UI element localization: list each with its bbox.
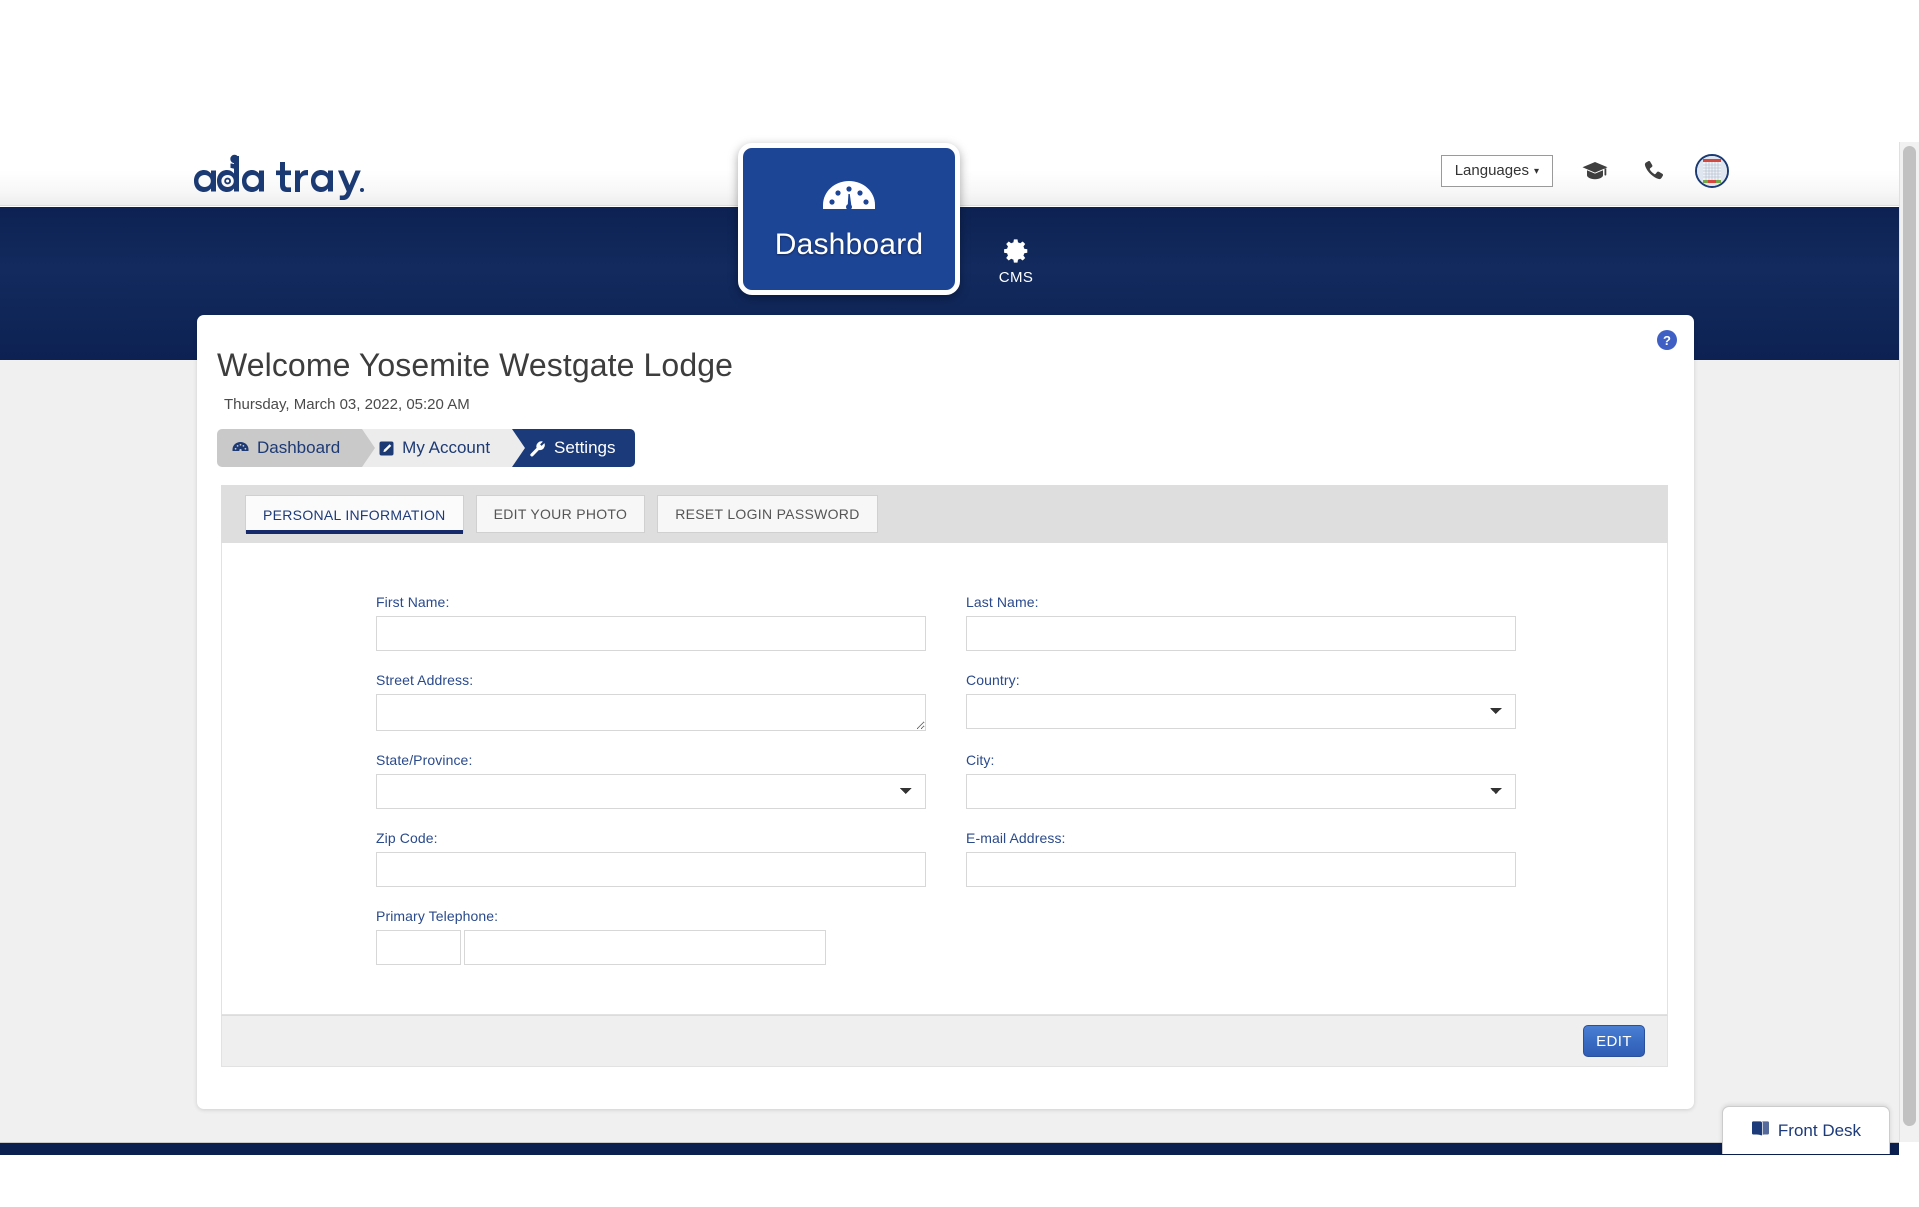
phone-icon[interactable]	[1637, 155, 1669, 187]
last-name-label: Last Name:	[966, 594, 1039, 610]
street-address-label: Street Address:	[376, 672, 474, 688]
breadcrumb-label: Dashboard	[257, 438, 341, 457]
state-province-label: State/Province:	[376, 752, 473, 768]
page-datetime: Thursday, March 03, 2022, 05:20 AM	[224, 396, 470, 413]
form-footer: EDIT	[221, 1015, 1668, 1067]
dashboard-label: Dashboard	[774, 227, 924, 261]
nav-item-dashboard[interactable]: Dashboard	[738, 143, 960, 295]
field-primary-telephone: Primary Telephone:	[376, 908, 966, 965]
field-state-province: State/Province:	[376, 752, 966, 809]
field-first-name: First Name:	[376, 594, 966, 651]
form-grid: First Name: Last Name: Street Address: C…	[376, 594, 1516, 965]
edit-icon	[379, 441, 394, 456]
zip-code-label: Zip Code:	[376, 830, 438, 846]
content-card: ? Welcome Yosemite Westgate Lodge Thursd…	[197, 315, 1694, 1109]
form-grid-spacer	[966, 908, 1516, 965]
avatar[interactable]	[1695, 154, 1729, 188]
nav-item-cms[interactable]: CMS	[976, 238, 1056, 286]
vertical-scrollbar[interactable]	[1899, 142, 1919, 1142]
phone-number-input[interactable]	[464, 930, 826, 965]
app-viewport: Languages ▾ Dashboard CMS ? Welcome Yose…	[0, 0, 1919, 1207]
email-address-label: E-mail Address:	[966, 830, 1066, 846]
field-street-address: Street Address:	[376, 672, 966, 731]
breadcrumb-label: My Account	[402, 438, 491, 457]
book-icon	[1751, 1120, 1770, 1142]
street-address-textarea[interactable]	[376, 694, 926, 731]
state-province-select[interactable]	[376, 774, 926, 809]
city-label: City:	[966, 752, 995, 768]
front-desk-widget[interactable]: Front Desk	[1722, 1106, 1890, 1154]
breadcrumb-item-settings[interactable]: Settings	[511, 429, 636, 467]
tab-personal-information[interactable]: PERSONAL INFORMATION	[245, 495, 464, 534]
chevron-down-icon: ▾	[1533, 166, 1539, 177]
help-icon[interactable]: ?	[1656, 329, 1678, 351]
gauge-icon	[821, 177, 877, 222]
scrollbar-thumb[interactable]	[1903, 146, 1916, 1126]
field-country: Country:	[966, 672, 1516, 731]
languages-dropdown[interactable]: Languages ▾	[1440, 155, 1553, 187]
phone-area-code-input[interactable]	[376, 930, 461, 965]
graduation-cap-icon[interactable]	[1579, 155, 1611, 187]
edit-button[interactable]: EDIT	[1583, 1025, 1645, 1057]
phone-inputs	[376, 930, 966, 965]
footer-strip	[0, 1142, 1899, 1155]
breadcrumb-label: Settings	[554, 438, 616, 457]
tab-strip: PERSONAL INFORMATION EDIT YOUR PHOTO RES…	[221, 485, 1668, 543]
tab-label: RESET LOGIN PASSWORD	[675, 506, 860, 522]
first-name-label: First Name:	[376, 594, 450, 610]
personal-information-form: First Name: Last Name: Street Address: C…	[221, 543, 1668, 1015]
wrench-icon	[529, 440, 546, 457]
gear-icon	[1003, 239, 1029, 268]
field-last-name: Last Name:	[966, 594, 1516, 651]
country-select[interactable]	[966, 694, 1516, 729]
zip-code-input[interactable]	[376, 852, 926, 887]
city-select[interactable]	[966, 774, 1516, 809]
gauge-icon	[232, 441, 249, 455]
cms-label: CMS	[998, 269, 1034, 286]
first-name-input[interactable]	[376, 616, 926, 651]
tab-reset-login-password[interactable]: RESET LOGIN PASSWORD	[657, 495, 878, 533]
languages-label: Languages	[1454, 162, 1529, 179]
ada-tray-logo[interactable]	[190, 148, 365, 200]
breadcrumb: Dashboard My Account Settings	[217, 429, 636, 467]
breadcrumb-item-dashboard[interactable]: Dashboard	[217, 429, 376, 467]
page-title: Welcome Yosemite Westgate Lodge	[217, 347, 734, 383]
footer-white-area	[0, 1155, 1919, 1207]
front-desk-label: Front Desk	[1777, 1120, 1862, 1140]
email-address-input[interactable]	[966, 852, 1516, 887]
top-white-gap	[0, 0, 1919, 142]
primary-telephone-label: Primary Telephone:	[376, 908, 499, 924]
country-label: Country:	[966, 672, 1020, 688]
field-email-address: E-mail Address:	[966, 830, 1516, 887]
field-zip-code: Zip Code:	[376, 830, 966, 887]
last-name-input[interactable]	[966, 616, 1516, 651]
tab-label: EDIT YOUR PHOTO	[493, 506, 628, 522]
breadcrumb-item-my-account[interactable]: My Account	[361, 429, 525, 467]
field-city: City:	[966, 752, 1516, 809]
svg-text:?: ?	[1663, 333, 1671, 348]
tab-edit-your-photo[interactable]: EDIT YOUR PHOTO	[475, 495, 646, 533]
tab-label: PERSONAL INFORMATION	[263, 506, 446, 523]
header-actions: Languages ▾	[1440, 154, 1729, 188]
